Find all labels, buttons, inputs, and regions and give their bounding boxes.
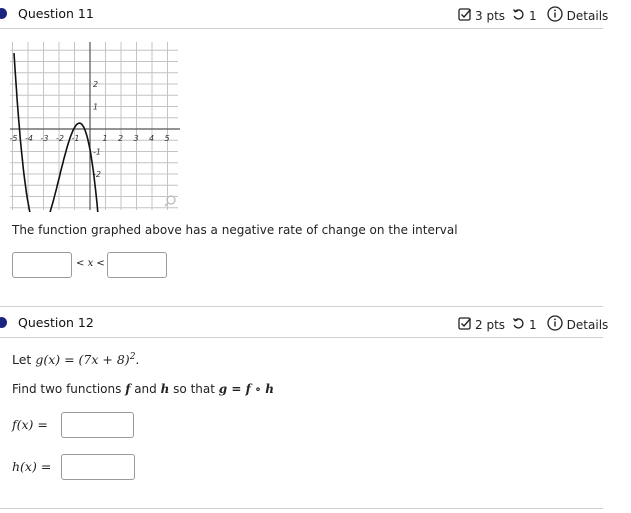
inequality-expression: < x < xyxy=(76,258,105,269)
function-definition: Let g(x) = (7x + 8)2. xyxy=(12,352,139,367)
details-link[interactable]: Details xyxy=(567,318,609,332)
checkbox-icon xyxy=(458,316,472,333)
less-than-right: < xyxy=(96,258,105,269)
h-label: h(x) = xyxy=(12,459,52,474)
interval-upper-input[interactable] xyxy=(107,252,167,278)
g-definition: g(x) = (7x + 8) xyxy=(35,352,130,368)
x-tick-label: 4 xyxy=(149,134,154,143)
points-label: 2 pts xyxy=(475,317,506,332)
h-input[interactable] xyxy=(61,454,135,480)
composition-expression: g = f ∘ h xyxy=(218,382,275,396)
x-tick-label: 2 xyxy=(118,134,123,143)
x-tick-label: -1 xyxy=(72,134,80,143)
x-tick-label: -2 xyxy=(56,134,64,143)
less-than-left: < xyxy=(76,258,85,269)
details-link[interactable]: Details xyxy=(567,9,609,23)
magnifier-icon[interactable] xyxy=(164,195,176,207)
let-text: Let xyxy=(12,352,32,368)
question-11-divider xyxy=(0,28,603,29)
x-tick-label: -3 xyxy=(41,134,49,143)
y-tick-label: -1 xyxy=(93,148,101,157)
h-symbol: h xyxy=(160,382,170,396)
x-tick-label: 1 xyxy=(103,134,108,143)
question-11-prompt: The function graphed above has a negativ… xyxy=(12,223,458,237)
function-graph: -5 -4 -3 -2 -1 1 2 3 4 5 2 1 -1 -2 xyxy=(8,40,186,218)
y-tick-label: 1 xyxy=(93,103,98,112)
info-icon[interactable] xyxy=(547,315,563,334)
checkbox-icon xyxy=(458,7,472,24)
question-11-meta: 3 pts 1 Details xyxy=(458,6,608,25)
x-tick-label: -4 xyxy=(25,134,33,143)
info-icon[interactable] xyxy=(547,6,563,25)
variable-x: x xyxy=(87,258,94,269)
question-12-bullet xyxy=(0,317,7,328)
f-label: f(x) = xyxy=(12,417,48,432)
question-12-meta: 2 pts 1 Details xyxy=(458,315,608,334)
x-tick-label: -5 xyxy=(10,134,18,143)
attempts-count: 1 xyxy=(529,8,537,23)
section-divider xyxy=(0,306,603,307)
f-symbol: f xyxy=(125,382,131,396)
question-11-title: Question 11 xyxy=(18,6,94,21)
g-period: . xyxy=(135,352,140,368)
y-tick-label: 2 xyxy=(93,80,98,89)
f-input[interactable] xyxy=(61,412,134,438)
x-tick-label: 3 xyxy=(134,134,139,143)
retry-icon xyxy=(512,8,525,24)
question-12-title: Question 12 xyxy=(18,315,94,330)
attempts-count: 1 xyxy=(529,317,537,332)
interval-lower-input[interactable] xyxy=(12,252,72,278)
x-tick-label: 5 xyxy=(165,134,170,143)
points-label: 3 pts xyxy=(475,8,506,23)
graph-svg: -5 -4 -3 -2 -1 1 2 3 4 521-1-2 xyxy=(10,42,180,218)
question-12-instruction: Find two functions f and h so that g = f… xyxy=(12,382,275,396)
graph-grid xyxy=(10,42,178,210)
retry-icon xyxy=(512,317,525,333)
question-12-divider xyxy=(0,337,603,338)
question-11-bullet xyxy=(0,8,7,19)
bottom-divider xyxy=(0,508,603,509)
